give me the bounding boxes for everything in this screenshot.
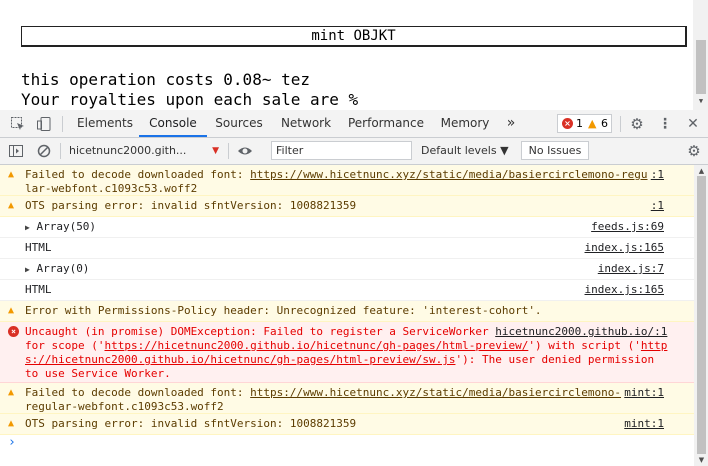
inspect-element-icon[interactable] [10, 116, 26, 132]
script-url-link[interactable]: s://hicetnunc2000.github.io/hicetnunc/gh… [25, 353, 455, 366]
console-scroll-up-arrow[interactable]: ▲ [697, 167, 706, 175]
warning-icon: ▲ [8, 200, 15, 211]
default-levels-dropdown[interactable]: Default levels ▼ [421, 142, 517, 160]
console-scrollbar-thumb[interactable] [697, 176, 706, 454]
warning-icon: ▲ [8, 387, 15, 398]
source-link[interactable]: mint:1 [624, 386, 664, 400]
more-options-icon[interactable]: ⋮ [657, 116, 673, 132]
console-scroll-down-arrow[interactable]: ▼ [697, 456, 706, 464]
console-settings-gear-icon[interactable]: ⚙ [686, 143, 702, 159]
source-link[interactable]: :1 [651, 168, 664, 182]
tab-elements[interactable]: Elements [71, 110, 139, 137]
source-link[interactable]: index.js:165 [585, 283, 664, 297]
error-count-icon: × [562, 118, 573, 129]
script-url-link[interactable]: http [641, 339, 668, 352]
console-prompt-input[interactable]: › [8, 435, 16, 450]
console-error-row: × Uncaught (in promise) DOMException: Fa… [0, 322, 694, 383]
scope-url-link[interactable]: https://hicetnunc2000.github.io/hicetnun… [104, 339, 528, 352]
toolbar-divider [620, 116, 621, 132]
tab-performance[interactable]: Performance [341, 110, 431, 137]
source-link[interactable]: index.js:165 [585, 241, 664, 255]
more-tabs-button[interactable]: » [501, 110, 521, 137]
cost-text: this operation costs 0.08~ tez [21, 70, 310, 89]
source-link[interactable]: index.js:7 [598, 262, 664, 276]
font-url-link[interactable]: https://www.hicetnunc.xyz/static/media/b… [250, 386, 621, 399]
console-warning-row: ▲ Error with Permissions-Policy header: … [0, 301, 694, 322]
expand-triangle-icon[interactable]: ▶ [25, 265, 30, 274]
console-log-row: HTML index.js:165 [0, 238, 694, 259]
page-scroll-down-arrow[interactable]: ▼ [696, 97, 706, 107]
error-count: 1 [576, 117, 583, 130]
font-url-link[interactable]: https://www.hicetnunc.xyz/static/media/b… [250, 168, 647, 181]
settings-gear-icon[interactable]: ⚙ [629, 116, 645, 132]
source-link[interactable]: hicetnunc2000.github.io/:1 [495, 325, 667, 338]
console-filterbar: hicetnunc2000.gith... ▼ Filter Default l… [0, 138, 708, 165]
close-devtools-icon[interactable]: ✕ [685, 116, 701, 132]
clear-console-icon[interactable] [36, 143, 52, 159]
no-issues-button[interactable]: No Issues [521, 141, 589, 160]
console-warning-row: ▲ OTS parsing error: invalid sfntVersion… [0, 414, 694, 435]
webpage-viewport: mint OBJKT this operation costs 0.08~ te… [0, 0, 708, 110]
tab-console[interactable]: Console [139, 110, 207, 137]
warning-count: 6 [601, 117, 608, 130]
javascript-context-select[interactable]: hicetnunc2000.gith... ▼ [63, 142, 221, 160]
devtools-panel: Elements Console Sources Network Perform… [0, 110, 708, 466]
warning-icon: ▲ [8, 169, 15, 180]
warning-icon: ▲ [8, 305, 15, 316]
source-link[interactable]: feeds.js:69 [591, 220, 664, 234]
context-value: hicetnunc2000.gith... [69, 144, 187, 157]
source-link[interactable]: mint:1 [624, 417, 664, 431]
warning-icon: ▲ [8, 418, 15, 429]
error-icon: × [8, 326, 19, 337]
tab-sources[interactable]: Sources [207, 110, 271, 137]
tab-network[interactable]: Network [271, 110, 341, 137]
device-toolbar-icon[interactable] [36, 116, 52, 132]
mint-objkt-button[interactable]: mint OBJKT [21, 26, 687, 47]
toolbar-divider [62, 116, 63, 132]
issues-counter-badge[interactable]: × 1 ▲ 6 [557, 114, 612, 133]
source-link[interactable]: :1 [651, 199, 664, 213]
console-warning-row: ▲ Failed to decode downloaded font: http… [0, 165, 694, 196]
live-expression-eye-icon[interactable] [237, 143, 253, 159]
devtools-tabbar: Elements Console Sources Network Perform… [0, 110, 708, 138]
tab-memory[interactable]: Memory [431, 110, 499, 137]
console-log-row[interactable]: ▶ Array(0) index.js:7 [0, 259, 694, 280]
page-scrollbar-thumb[interactable] [696, 40, 706, 94]
warning-count-icon: ▲ [588, 117, 597, 130]
chevron-down-icon: ▼ [212, 146, 219, 156]
console-messages: ▲ Failed to decode downloaded font: http… [0, 165, 694, 466]
expand-triangle-icon[interactable]: ▶ [25, 223, 30, 232]
royalties-text: Your royalties upon each sale are % [21, 90, 359, 109]
toolbar-divider [60, 143, 61, 159]
console-warning-row: ▲ Failed to decode downloaded font: http… [0, 383, 694, 414]
show-sidebar-icon[interactable] [8, 143, 24, 159]
console-filter-input[interactable]: Filter [271, 141, 412, 160]
console-log-row: HTML index.js:165 [0, 280, 694, 301]
toolbar-divider [228, 143, 229, 159]
console-log-row[interactable]: ▶ Array(50) feeds.js:69 [0, 217, 694, 238]
console-warning-row: ▲ OTS parsing error: invalid sfntVersion… [0, 196, 694, 217]
